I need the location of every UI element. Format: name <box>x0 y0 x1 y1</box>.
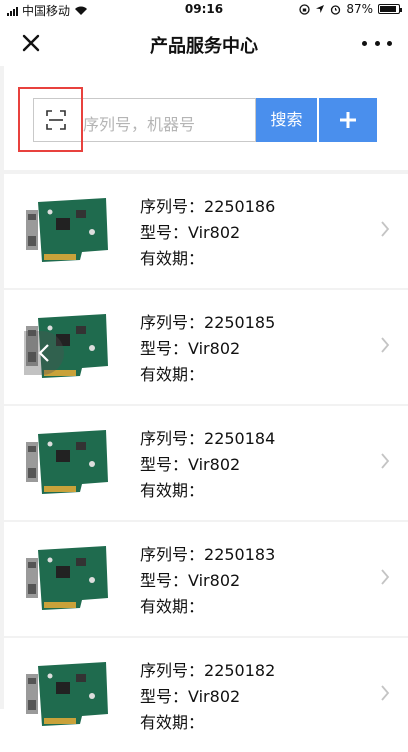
validity-row: 有效期： <box>140 481 205 500</box>
validity-row: 有效期： <box>140 365 205 384</box>
product-image <box>26 430 108 494</box>
serial-value: 2250184 <box>204 429 276 448</box>
serial-value: 2250182 <box>204 661 276 680</box>
orientation-lock-icon <box>299 3 310 15</box>
serial-value: 2250185 <box>204 313 276 332</box>
model-row: 型号：Vir802 <box>140 687 241 706</box>
product-item[interactable]: 序列号：2250184 型号：Vir802 有效期： <box>4 406 408 520</box>
model-value: Vir802 <box>188 687 241 706</box>
product-info: 序列号：2250184 型号：Vir802 有效期： <box>140 426 275 504</box>
serial-row: 序列号：2250182 <box>140 661 276 680</box>
serial-value: 2250186 <box>204 197 276 216</box>
serial-value: 2250183 <box>204 545 276 564</box>
product-item[interactable]: 序列号：2250185 型号：Vir802 有效期： <box>4 290 408 404</box>
validity-row: 有效期： <box>140 713 205 732</box>
alarm-icon <box>331 4 341 15</box>
search-input[interactable]: 序列号，机器号 <box>77 98 256 142</box>
model-value: Vir802 <box>188 455 241 474</box>
product-image <box>26 546 108 610</box>
serial-row: 序列号：2250183 <box>140 545 276 564</box>
model-value: Vir802 <box>188 571 241 590</box>
serial-row: 序列号：2250185 <box>140 313 276 332</box>
battery-percent: 87% <box>346 2 373 16</box>
battery-icon <box>378 4 402 14</box>
product-info: 序列号：2250185 型号：Vir802 有效期： <box>140 310 275 388</box>
more-icon[interactable] <box>362 28 392 58</box>
product-info: 序列号：2250183 型号：Vir802 有效期： <box>140 542 275 620</box>
chevron-right-icon <box>381 337 390 353</box>
product-image <box>26 198 108 262</box>
chevron-right-icon <box>381 453 390 469</box>
product-item[interactable]: 序列号：2250186 型号：Vir802 有效期： <box>4 174 408 288</box>
model-row: 型号：Vir802 <box>140 455 241 474</box>
battery-fill <box>380 6 396 12</box>
product-info: 序列号：2250182 型号：Vir802 有效期： <box>140 658 275 736</box>
product-image <box>26 662 108 726</box>
location-icon <box>316 5 325 13</box>
model-row: 型号：Vir802 <box>140 571 241 590</box>
page-title: 产品服务中心 <box>150 36 258 57</box>
product-item[interactable]: 序列号：2250182 型号：Vir802 有效期： <box>4 638 408 752</box>
model-row: 型号：Vir802 <box>140 339 241 358</box>
validity-row: 有效期： <box>140 249 205 268</box>
validity-row: 有效期： <box>140 597 205 616</box>
status-bar: 中国移动 09:16 87% <box>0 0 408 20</box>
plus-icon <box>340 112 356 128</box>
serial-row: 序列号：2250184 <box>140 429 276 448</box>
chevron-left-icon <box>38 344 49 362</box>
scan-highlight-box <box>18 87 83 152</box>
product-info: 序列号：2250186 型号：Vir802 有效期： <box>140 194 275 272</box>
add-button[interactable] <box>319 98 377 142</box>
model-row: 型号：Vir802 <box>140 223 241 242</box>
serial-row: 序列号：2250186 <box>140 197 276 216</box>
model-value: Vir802 <box>188 223 241 242</box>
chevron-right-icon <box>381 221 390 237</box>
chevron-right-icon <box>381 685 390 701</box>
search-button[interactable]: 搜索 <box>256 98 317 142</box>
nav-bar: 产品服务中心 <box>0 20 408 66</box>
model-value: Vir802 <box>188 339 241 358</box>
chevron-right-icon <box>381 569 390 585</box>
product-item[interactable]: 序列号：2250183 型号：Vir802 有效期： <box>4 522 408 636</box>
